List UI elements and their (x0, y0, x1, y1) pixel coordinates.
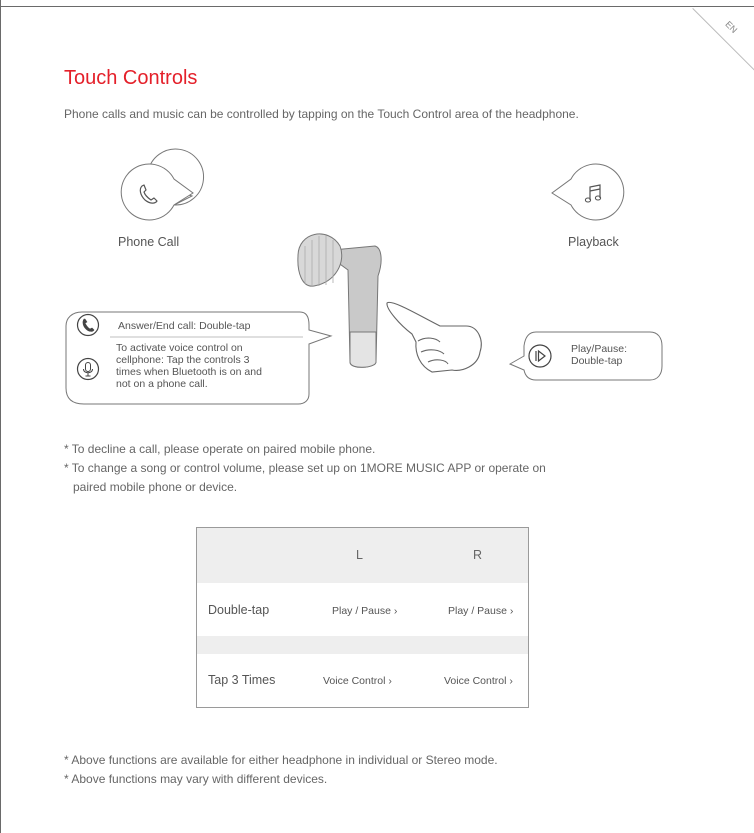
left-double-tap-value[interactable]: Play / Pause › (332, 605, 397, 617)
play-pause-icon (528, 344, 552, 368)
voice-control-line: not on a phone call. (116, 378, 208, 390)
answer-phone-icon (76, 313, 100, 337)
answer-call-text: Answer/End call: Double-tap (118, 320, 251, 332)
playback-label: Playback (568, 235, 619, 249)
notes-bottom: * Above functions are available for eith… (64, 751, 498, 789)
play-pause-line: Play/Pause: (571, 343, 628, 355)
play-pause-line: Double-tap (571, 355, 623, 367)
phone-call-bubble (120, 148, 204, 221)
voice-control-line: To activate voice control on (116, 342, 243, 354)
microphone-icon (76, 357, 100, 381)
note-line: * To decline a call, please operate on p… (64, 442, 376, 456)
row-label-double-tap: Double-tap (208, 603, 270, 617)
right-double-tap-value[interactable]: Play / Pause › (448, 605, 513, 617)
voice-control-text: To activate voice control on cellphone: … (116, 342, 262, 390)
earbud-illustration (297, 233, 382, 368)
row-label-tap-3-times: Tap 3 Times (208, 673, 276, 687)
voice-control-line: cellphone: Tap the controls 3 (116, 354, 250, 366)
phone-call-label: Phone Call (118, 235, 180, 249)
playback-bubble (551, 163, 625, 221)
header-right: R (473, 548, 483, 562)
hand-illustration (386, 301, 482, 373)
table-separator-band (197, 636, 528, 654)
header-left: L (356, 548, 363, 562)
note-line: * Above functions may vary with differen… (64, 772, 328, 786)
play-pause-text: Play/Pause: Double-tap (571, 343, 627, 367)
note-line: * Above functions are available for eith… (64, 753, 498, 767)
controls-table: L R Double-tap Play / Pause › Play / Pau… (196, 527, 529, 708)
note-line: * To change a song or control volume, pl… (64, 461, 546, 475)
right-tap-3-value[interactable]: Voice Control › (444, 675, 513, 687)
notes-top: * To decline a call, please operate on p… (64, 440, 546, 497)
voice-control-line: times when Bluetooth is on and (116, 366, 262, 378)
left-tap-3-value[interactable]: Voice Control › (323, 675, 392, 687)
note-line: paired mobile phone or device. (73, 480, 238, 494)
